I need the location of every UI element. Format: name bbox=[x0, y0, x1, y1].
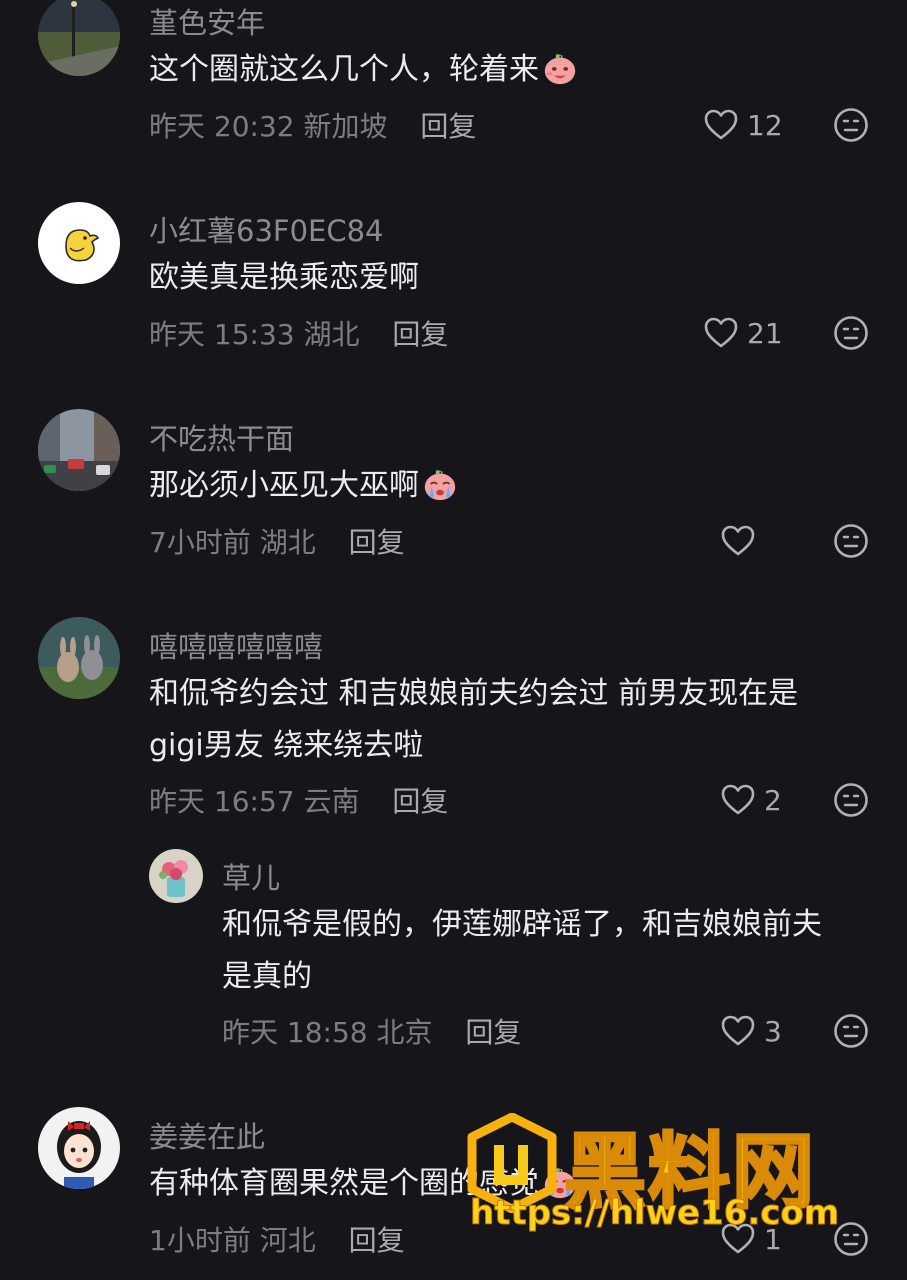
dislike-button[interactable] bbox=[833, 315, 869, 351]
like-button[interactable]: 2 bbox=[720, 780, 782, 820]
reply-button[interactable]: 回复 bbox=[349, 526, 405, 559]
comment-location: 云南 bbox=[303, 785, 360, 818]
avatar[interactable] bbox=[38, 617, 120, 699]
meh-face-icon bbox=[834, 783, 868, 817]
like-count: 3 bbox=[764, 1014, 782, 1048]
comment-location: 新加坡 bbox=[303, 110, 388, 143]
comment-time: 1小时前 bbox=[149, 1224, 251, 1257]
username[interactable]: 姜姜在此 bbox=[149, 1114, 265, 1156]
comment-text-content: 这个圈就这么几个人，轮着来 bbox=[149, 52, 539, 87]
meh-face-icon bbox=[834, 524, 868, 558]
username[interactable]: 不吃热干面 bbox=[149, 416, 294, 458]
avatar[interactable] bbox=[38, 1107, 120, 1189]
comment-time: 昨天 18:58 bbox=[222, 1016, 368, 1049]
heart-icon bbox=[704, 317, 738, 348]
comment-meta: 7小时前 湖北 回复 bbox=[149, 521, 405, 561]
comment-location: 河北 bbox=[259, 1224, 316, 1257]
dislike-button[interactable] bbox=[833, 782, 869, 818]
dislike-button[interactable] bbox=[833, 107, 869, 143]
comment-location: 湖北 bbox=[303, 318, 360, 351]
avatar[interactable] bbox=[38, 202, 120, 284]
comment-text-line: 是真的 bbox=[222, 959, 312, 994]
comment-location: 湖北 bbox=[259, 526, 316, 559]
reply-button[interactable]: 回复 bbox=[420, 110, 476, 143]
like-button[interactable]: 12 bbox=[703, 105, 783, 145]
username[interactable]: 堇色安年 bbox=[149, 0, 265, 42]
avatar[interactable] bbox=[149, 849, 203, 903]
comment-text: 和侃爷是假的，伊莲娜辟谣了，和吉娘娘前夫 是真的 bbox=[222, 899, 822, 1003]
like-count: 2 bbox=[764, 783, 782, 817]
reply-button[interactable]: 回复 bbox=[392, 318, 448, 351]
dislike-button[interactable] bbox=[833, 523, 869, 559]
reply-button[interactable]: 回复 bbox=[465, 1016, 521, 1049]
comment-meta: 昨天 18:58 北京 回复 bbox=[222, 1011, 521, 1051]
comment-text: 欧美真是换乘恋爱啊 bbox=[149, 260, 419, 295]
comment-meta: 昨天 20:32 新加坡 回复 bbox=[149, 105, 476, 145]
heart-icon bbox=[721, 1015, 755, 1046]
username[interactable]: 小红薯63F0EC84 bbox=[149, 208, 384, 250]
comment-text: 那必须小巫见大巫啊 bbox=[149, 460, 459, 512]
avatar[interactable] bbox=[38, 0, 120, 76]
crying-peach-icon bbox=[421, 465, 459, 503]
comment-text: 和侃爷约会过 和吉娘娘前夫约会过 前男友现在是 gigi男友 绕来绕去啦 bbox=[149, 668, 798, 772]
like-button[interactable]: 3 bbox=[720, 1011, 782, 1051]
dislike-button[interactable] bbox=[833, 1013, 869, 1049]
comment-meta: 昨天 16:57 云南 回复 bbox=[149, 780, 448, 820]
like-count: 21 bbox=[747, 316, 783, 350]
like-button[interactable]: 21 bbox=[703, 313, 783, 353]
comment-meta: 1小时前 河北 回复 bbox=[149, 1219, 405, 1259]
comment-location: 北京 bbox=[376, 1016, 433, 1049]
meh-face-icon bbox=[834, 108, 868, 142]
comment-time: 昨天 16:57 bbox=[149, 785, 295, 818]
reply-button[interactable]: 回复 bbox=[392, 785, 448, 818]
comment-text-line: 和侃爷是假的，伊莲娜辟谣了，和吉娘娘前夫 bbox=[222, 907, 822, 942]
comment-text: 这个圈就这么几个人，轮着来 bbox=[149, 44, 579, 96]
comment-text-content: 那必须小巫见大巫啊 bbox=[149, 468, 419, 503]
laughing-peach-icon bbox=[541, 49, 579, 87]
comment-time: 7小时前 bbox=[149, 526, 251, 559]
comment-text-line: 和侃爷约会过 和吉娘娘前夫约会过 前男友现在是 bbox=[149, 676, 799, 711]
comment-time: 昨天 20:32 bbox=[149, 110, 295, 143]
heart-icon bbox=[721, 784, 755, 815]
comment-time: 昨天 15:33 bbox=[149, 318, 295, 351]
username[interactable]: 草儿 bbox=[222, 855, 280, 897]
comment-meta: 昨天 15:33 湖北 回复 bbox=[149, 313, 448, 353]
username[interactable]: 嘻嘻嘻嘻嘻嘻 bbox=[149, 624, 323, 666]
like-count: 12 bbox=[747, 108, 783, 142]
like-button[interactable] bbox=[720, 521, 764, 561]
meh-face-icon bbox=[834, 1014, 868, 1048]
reply-button[interactable]: 回复 bbox=[349, 1224, 405, 1257]
comment-text-line: gigi男友 绕来绕去啦 bbox=[149, 728, 424, 763]
watermark: 黑料网 https://hlwe16.com bbox=[462, 1105, 842, 1245]
watermark-url: https://hlwe16.com bbox=[469, 1193, 840, 1234]
heart-icon bbox=[721, 525, 755, 556]
heart-icon bbox=[704, 109, 738, 140]
avatar[interactable] bbox=[38, 409, 120, 491]
meh-face-icon bbox=[834, 316, 868, 350]
